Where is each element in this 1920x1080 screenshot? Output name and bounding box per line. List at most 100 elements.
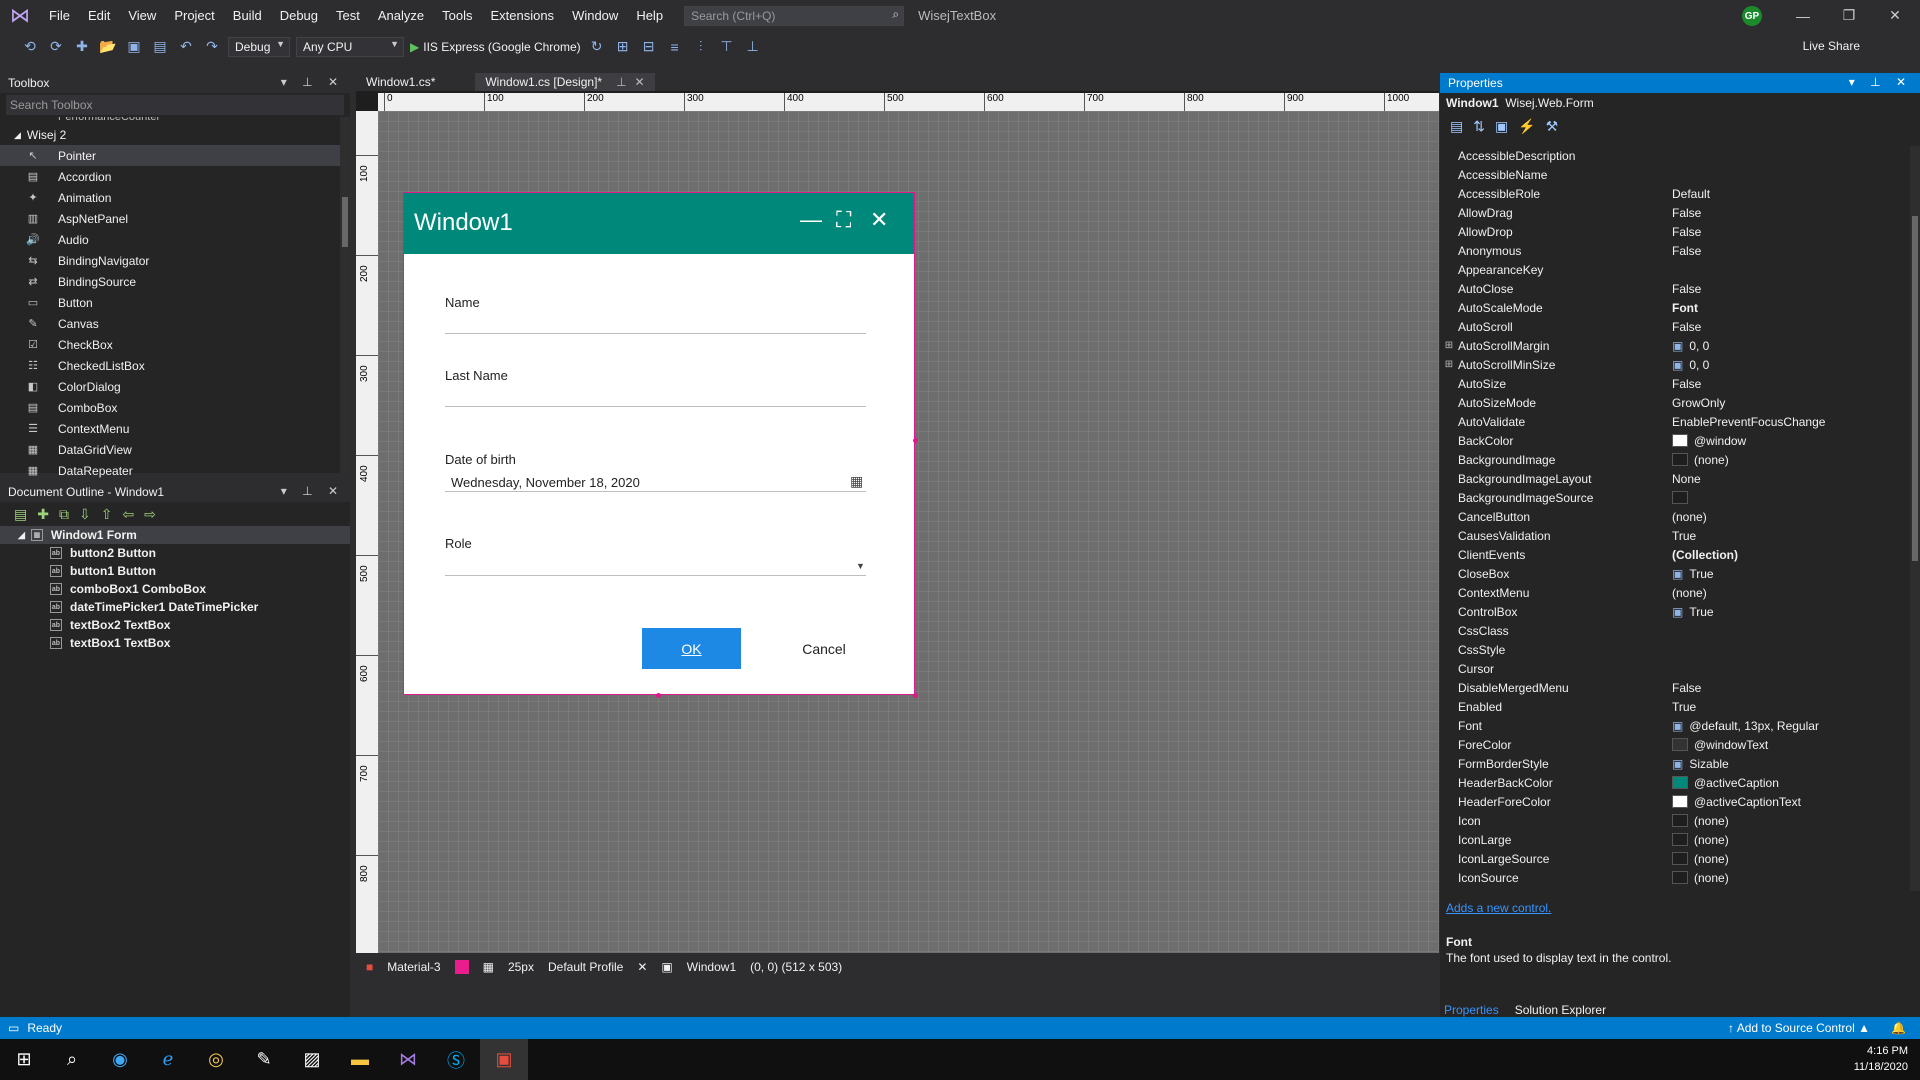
toolbox-item-colordialog[interactable]: ◧ ColorDialog (0, 376, 350, 397)
property-value[interactable]: (none) (1672, 453, 1910, 467)
outline-root-node[interactable]: ◢ ▦ Window1 Form (0, 526, 350, 544)
property-row-cssclass[interactable]: CssClass (1440, 621, 1910, 640)
chrome-icon[interactable]: ◎ (192, 1039, 240, 1080)
menu-tools[interactable]: Tools (433, 0, 481, 31)
toolbox-scrollbar[interactable] (340, 117, 350, 473)
forward-icon[interactable]: ⟳ (46, 37, 66, 57)
save-icon[interactable]: ▣ (124, 37, 144, 57)
property-row-autoscrollmargin[interactable]: ⊞ AutoScrollMargin ▣ 0, 0 (1440, 336, 1910, 355)
menu-edit[interactable]: Edit (79, 0, 119, 31)
property-value[interactable]: (none) (1672, 586, 1910, 600)
ok-button[interactable]: OK (642, 628, 741, 669)
property-row-icon[interactable]: Icon (none) (1440, 811, 1910, 830)
menu-debug[interactable]: Debug (271, 0, 327, 31)
property-value[interactable]: Default (1672, 187, 1910, 201)
move-right-icon[interactable]: ⇨ (144, 506, 156, 523)
scroll-thumb[interactable] (342, 197, 348, 247)
property-row-autovalidate[interactable]: AutoValidate EnablePreventFocusChange (1440, 412, 1910, 431)
new-project-icon[interactable]: ✚ (72, 37, 92, 57)
notepad-icon[interactable]: ✎ (240, 1039, 288, 1080)
property-value[interactable]: False (1672, 681, 1910, 695)
property-row-formborderstyle[interactable]: FormBorderStyle ▣ Sizable (1440, 754, 1910, 773)
add-control-link[interactable]: Adds a new control. (1446, 901, 1551, 915)
properties-scrollbar[interactable] (1910, 146, 1920, 891)
property-value[interactable]: (none) (1672, 852, 1910, 866)
design-surface[interactable]: Window1 — ⛶ ✕ Name Last Name Date of bir… (378, 111, 1439, 953)
calendar-icon[interactable]: ▦ (850, 473, 863, 490)
menu-extensions[interactable]: Extensions (481, 0, 563, 31)
categorized-icon[interactable]: ▤ (1450, 118, 1463, 135)
dob-value[interactable]: Wednesday, November 18, 2020 (451, 475, 640, 490)
menu-file[interactable]: File (40, 0, 79, 31)
profile-select[interactable]: Default Profile (548, 960, 623, 974)
tab-code[interactable]: Window1.cs* (356, 73, 445, 91)
chevron-down-icon[interactable]: ▼ (856, 561, 865, 571)
property-row-allowdrop[interactable]: AllowDrop False (1440, 222, 1910, 241)
property-row-headerforecolor[interactable]: HeaderForeColor @activeCaptionText (1440, 792, 1910, 811)
property-row-cursor[interactable]: Cursor (1440, 659, 1910, 678)
property-row-autoclose[interactable]: AutoClose False (1440, 279, 1910, 298)
property-value[interactable]: (none) (1672, 510, 1910, 524)
property-value[interactable]: ▣ @default, 13px, Regular (1672, 719, 1910, 733)
property-row-autosize[interactable]: AutoSize False (1440, 374, 1910, 393)
edge-icon[interactable]: ◉ (96, 1039, 144, 1080)
property-value[interactable]: (none) (1672, 814, 1910, 828)
property-value[interactable]: True (1672, 700, 1910, 714)
property-value[interactable]: @windowText (1672, 738, 1910, 752)
property-value[interactable]: False (1672, 377, 1910, 391)
internet-explorer-icon[interactable]: ℯ (144, 1039, 192, 1080)
open-icon[interactable]: 📂 (98, 37, 118, 57)
format-align-icon[interactable]: ⊞ (613, 37, 633, 57)
property-row-autoscalemode[interactable]: AutoScaleMode Font (1440, 298, 1910, 317)
toolbox-search-input[interactable]: Search Toolbox (6, 95, 344, 115)
property-row-appearancekey[interactable]: AppearanceKey (1440, 260, 1910, 279)
property-row-clientevents[interactable]: ClientEvents (Collection) (1440, 545, 1910, 564)
add-source-control-button[interactable]: ↑ Add to Source Control ▲ (1728, 1021, 1870, 1035)
toolbox-item-checkbox[interactable]: ☑ CheckBox (0, 334, 350, 355)
property-row-autoscroll[interactable]: AutoScroll False (1440, 317, 1910, 336)
form-minimize-icon[interactable]: — (800, 207, 822, 233)
property-row-allowdrag[interactable]: AllowDrag False (1440, 203, 1910, 222)
menu-test[interactable]: Test (327, 0, 369, 31)
property-value[interactable]: (none) (1672, 871, 1910, 885)
refresh-icon[interactable]: ↻ (587, 37, 607, 57)
toolbox-item-audio[interactable]: 🔊 Audio (0, 229, 350, 250)
panel-controls[interactable]: ▾ ⊥ ✕ (281, 75, 344, 89)
property-row-backcolor[interactable]: BackColor @window (1440, 431, 1910, 450)
outline-node[interactable]: ab button2 Button (0, 544, 350, 562)
configuration-select[interactable]: Debug ▼ (228, 36, 290, 57)
global-search-input[interactable]: Search (Ctrl+Q) ⌕ (684, 5, 905, 26)
property-value[interactable]: False (1672, 244, 1910, 258)
property-value[interactable]: False (1672, 225, 1910, 239)
toolbox-item-accordion[interactable]: ▤ Accordion (0, 166, 350, 187)
property-row-accessibledescription[interactable]: AccessibleDescription (1440, 146, 1910, 165)
skype-icon[interactable]: Ⓢ (432, 1039, 480, 1080)
expand-icon[interactable]: ⊞ (1440, 340, 1458, 351)
property-value[interactable]: @activeCaptionText (1672, 795, 1910, 809)
form-maximize-icon[interactable]: ⛶ (836, 207, 851, 233)
outline-node[interactable]: ab textBox2 TextBox (0, 616, 350, 634)
live-share-button[interactable]: Live Share (1803, 39, 1860, 53)
system-clock[interactable]: 4:16 PM 11/18/2020 (1854, 1043, 1908, 1075)
undo-icon[interactable]: ↶ (176, 37, 196, 57)
property-row-controlbox[interactable]: ControlBox ▣ True (1440, 602, 1910, 621)
property-row-anonymous[interactable]: Anonymous False (1440, 241, 1910, 260)
property-row-accessiblerole[interactable]: AccessibleRole Default (1440, 184, 1910, 203)
property-value[interactable]: GrowOnly (1672, 396, 1910, 410)
outline-node[interactable]: ab button1 Button (0, 562, 350, 580)
property-row-disablemergedmenu[interactable]: DisableMergedMenu False (1440, 678, 1910, 697)
resize-handle-corner[interactable] (913, 693, 918, 698)
toolbox-item-aspnetpanel[interactable]: ▥ AspNetPanel (0, 208, 350, 229)
property-row-headerbackcolor[interactable]: HeaderBackColor @activeCaption (1440, 773, 1910, 792)
outline-menu-icon[interactable]: ▤ (14, 506, 27, 523)
minimize-icon[interactable]: — (1780, 0, 1826, 31)
dob-datepicker[interactable] (445, 491, 866, 492)
visual-studio-icon[interactable]: ⋈ (384, 1039, 432, 1080)
property-row-iconsource[interactable]: IconSource (none) (1440, 868, 1910, 887)
outline-node[interactable]: ab dateTimePicker1 DateTimePicker (0, 598, 350, 616)
pin-icon[interactable]: ⊥ (616, 75, 626, 89)
property-value[interactable]: ▣ True (1672, 567, 1910, 581)
toolbox-item-datarepeater[interactable]: ▦ DataRepeater (0, 460, 350, 481)
back-icon[interactable]: ⟲ (20, 37, 40, 57)
toolbox-item-bindingsource[interactable]: ⇄ BindingSource (0, 271, 350, 292)
